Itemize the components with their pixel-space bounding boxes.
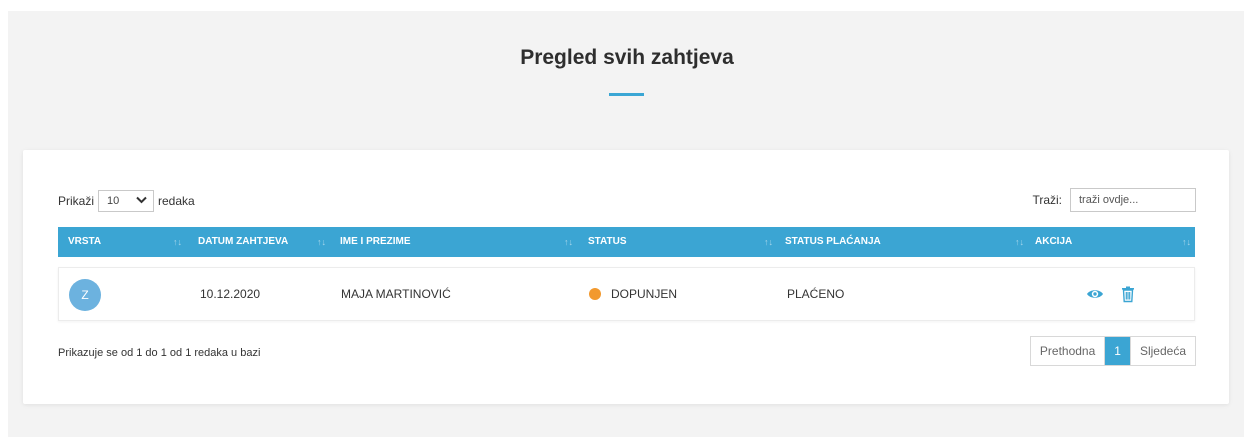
request-date: 10.12.2020	[200, 287, 261, 301]
length-prefix-label: Prikaži	[58, 194, 95, 208]
requests-card: Prikaži 10 redaka Traži: VRSTA ↑↓ DATUM …	[23, 150, 1229, 404]
status-dot-icon	[589, 287, 601, 300]
search-control: Traži:	[1032, 188, 1196, 212]
column-header-label: DATUM ZAHTJEVA	[198, 236, 289, 247]
status-text: DOPUNJEN	[611, 287, 678, 301]
column-header-label: VRSTA	[68, 236, 102, 247]
status-cell: DOPUNJEN	[589, 268, 677, 320]
pagination: Prethodna 1 Sljedeća	[1029, 336, 1196, 366]
title-underline	[609, 93, 644, 96]
column-header-status-placanja[interactable]: STATUS PLAĆANJA	[785, 227, 881, 257]
prev-page-button[interactable]: Prethodna	[1030, 337, 1105, 365]
column-header-akcija[interactable]: AKCIJA	[1035, 227, 1072, 257]
column-header-label: STATUS	[588, 236, 627, 247]
column-header-ime[interactable]: IME I PREZIME	[340, 227, 411, 257]
page-title: Pregled svih zahtjeva	[520, 46, 734, 69]
page-1-button[interactable]: 1	[1104, 337, 1130, 365]
page-length-select[interactable]: 10	[98, 190, 155, 212]
column-header-datum[interactable]: DATUM ZAHTJEVA	[198, 227, 288, 257]
applicant-name: MAJA MARTINOVIĆ	[341, 287, 451, 301]
chevron-down-icon	[136, 195, 147, 207]
search-input[interactable]	[1070, 188, 1196, 212]
column-header-label: STATUS PLAĆANJA	[785, 236, 881, 247]
column-header-status[interactable]: STATUS	[588, 227, 627, 257]
next-page-button[interactable]: Sljedeća	[1129, 337, 1195, 365]
table-row: Z 10.12.2020 MAJA MARTINOVIĆ DOPUNJEN PL…	[58, 267, 1195, 321]
length-control: Prikaži 10 redaka	[58, 190, 195, 212]
avatar: Z	[69, 279, 101, 311]
column-header-label: AKCIJA	[1035, 236, 1073, 247]
search-label: Traži:	[1032, 193, 1062, 207]
payment-status: PLAĆENO	[787, 287, 845, 301]
length-suffix-label: redaka	[158, 194, 195, 208]
page-length-value: 10	[107, 195, 120, 207]
column-header-vrsta[interactable]: VRSTA	[68, 227, 101, 257]
table-header: VRSTA ↑↓ DATUM ZAHTJEVA ↑↓ IME I PREZIME…	[58, 227, 1195, 257]
table-info: Prikazuje se od 1 do 1 od 1 redaka u baz…	[58, 347, 261, 359]
eye-icon[interactable]	[1086, 285, 1104, 303]
column-header-label: IME I PREZIME	[340, 236, 411, 247]
trash-icon[interactable]	[1119, 285, 1137, 303]
